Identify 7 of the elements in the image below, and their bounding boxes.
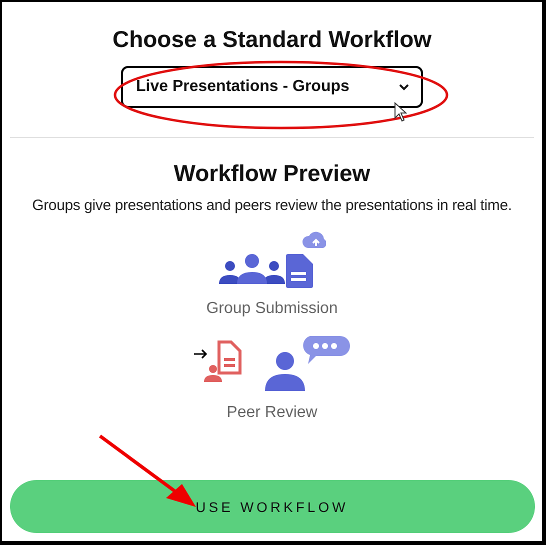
step-label: Peer Review bbox=[226, 404, 318, 422]
page-title: Choose a Standard Workflow bbox=[112, 25, 432, 54]
preview-description: Groups give presentations and peers review the presentations in real time. bbox=[32, 197, 512, 214]
workflow-select[interactable]: Live Presentations - Groups bbox=[121, 66, 423, 108]
step-label: Group Submission bbox=[206, 300, 338, 318]
use-workflow-button[interactable]: USE WORKFLOW bbox=[10, 480, 534, 533]
preview-heading: Workflow Preview bbox=[174, 159, 370, 188]
